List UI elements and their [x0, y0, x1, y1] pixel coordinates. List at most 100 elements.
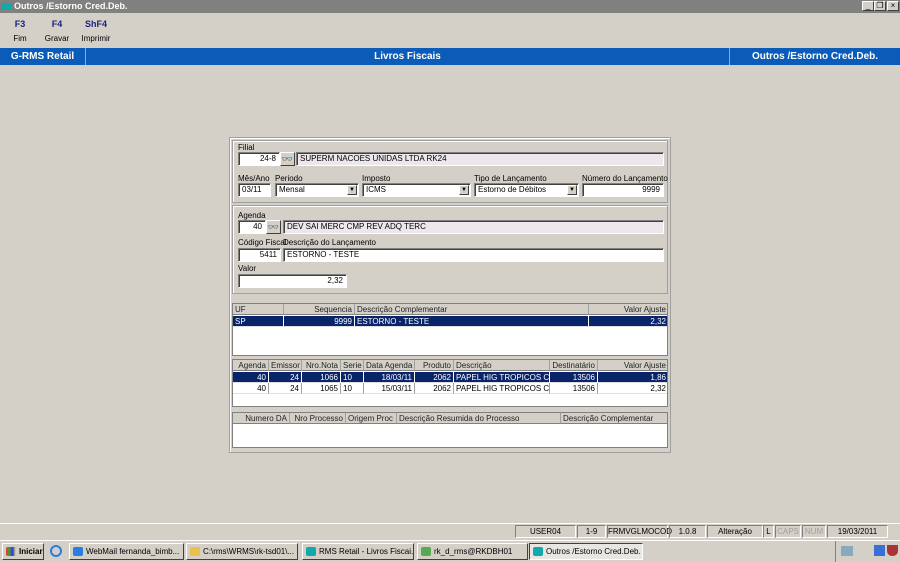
grid-header: UF Sequencia Descrição Complementar Valor A…	[233, 304, 667, 315]
app-icon	[306, 547, 316, 556]
system-tray	[835, 541, 900, 562]
taskbar-item[interactable]: Outros /Estorno Cred.Deb.	[529, 543, 643, 560]
app-icon	[533, 547, 543, 556]
agenda-name-field: DEV SAI MERC CMP REV ADQ TERC	[283, 220, 664, 234]
notas-grid[interactable]: Agenda Emissor Nro.Nota Serie Data Agenda Pro…	[232, 359, 668, 407]
numero-label: Número do Lançamento	[582, 174, 668, 183]
button-label: Fim	[13, 34, 27, 43]
table-cell: 1,86	[598, 372, 667, 383]
table-cell: 1065	[302, 383, 341, 394]
column-header[interactable]: Valor Ajuste	[589, 304, 667, 315]
codigo-fiscal-input[interactable]: 5411	[238, 248, 281, 262]
table-cell: 1066	[302, 372, 341, 383]
chevron-down-icon[interactable]: ▼	[459, 185, 469, 195]
taskbar-item[interactable]: RMS Retail - Livros Fiscai...	[302, 543, 414, 560]
column-header[interactable]: Sequencia	[284, 304, 355, 315]
column-header[interactable]: Agenda	[233, 360, 269, 371]
agenda-label: Agenda	[238, 211, 266, 220]
filial-name-field: SUPERM NACOES UNIDAS LTDA RK24	[296, 152, 664, 166]
status-mode: Alteração	[707, 525, 763, 538]
periodo-value: Mensal	[279, 185, 305, 194]
mes-ano-label: Mês/Ano	[238, 174, 270, 183]
button-label: Imprimir	[81, 34, 111, 43]
table-row[interactable]: 40 24 1065 10 15/03/11 2062 PAPEL HIG TROPICOS…	[233, 383, 667, 394]
chevron-down-icon[interactable]: ▼	[347, 185, 357, 195]
column-header[interactable]: Descrição Resumida do Processo	[397, 413, 561, 424]
app-icon	[73, 547, 83, 556]
chevron-down-icon[interactable]: ▼	[567, 185, 577, 195]
app-icon	[421, 547, 431, 556]
numero-input[interactable]: 9999	[582, 183, 664, 197]
filial-code-input[interactable]: 24-8	[238, 152, 280, 166]
taskbar-item-label: WebMail fernanda_bimb...	[86, 547, 180, 556]
column-header[interactable]: Origem Proc	[346, 413, 397, 424]
column-header[interactable]: Descrição Complementar	[561, 413, 667, 424]
mes-ano-input[interactable]: 03/11	[238, 183, 271, 197]
table-cell: 15/03/11	[364, 383, 415, 394]
imposto-select[interactable]: ICMS ▼	[362, 183, 471, 197]
taskbar-item[interactable]: C:\rms\WRMS\rk-tsd01\...	[186, 543, 298, 560]
valor-input[interactable]: 2,32	[238, 274, 347, 288]
taskbar-item-label: C:\rms\WRMS\rk-tsd01\...	[203, 547, 295, 556]
app-icon	[1, 3, 12, 10]
status-version: 1.0.8	[669, 525, 706, 538]
table-cell: 18/03/11	[364, 372, 415, 383]
shortcut-key: F3	[14, 19, 26, 29]
agenda-code-input[interactable]: 40	[238, 220, 266, 234]
taskbar-item-label: Outros /Estorno Cred.Deb.	[546, 547, 641, 556]
status-lock: L	[763, 525, 774, 538]
column-header[interactable]: Destinatário	[550, 360, 598, 371]
table-cell: 9999	[284, 316, 355, 327]
binoculars-search-icon[interactable]: 👓	[266, 220, 281, 234]
table-cell: 13506	[550, 372, 598, 383]
table-cell: 24	[269, 372, 302, 383]
column-header[interactable]: Serie	[341, 360, 364, 371]
column-header[interactable]: Nro.Nota	[302, 360, 341, 371]
column-header[interactable]: Emissor	[269, 360, 302, 371]
table-cell: ESTORNO - TESTE	[355, 316, 589, 327]
grid-header: Agenda Emissor Nro.Nota Serie Data Agenda Pro…	[233, 360, 667, 371]
title-bar: Outros /Estorno Cred.Deb.	[0, 0, 900, 13]
column-header[interactable]: Nro Processo	[290, 413, 346, 424]
column-header[interactable]: Produto	[415, 360, 454, 371]
periodo-label: Periodo	[275, 174, 303, 183]
network-icon[interactable]	[874, 545, 885, 556]
tipo-select[interactable]: Estorno de Débitos ▼	[474, 183, 579, 197]
column-header[interactable]: UF	[233, 304, 284, 315]
status-date: 19/03/2011	[827, 525, 888, 538]
table-cell: SP	[233, 316, 284, 327]
ie-quicklaunch-icon[interactable]	[50, 545, 62, 557]
binoculars-search-icon[interactable]: 👓	[280, 152, 295, 166]
status-caps: CAPS	[775, 525, 801, 538]
column-header[interactable]: Valor Ajuste	[598, 360, 667, 371]
module-name: Livros Fiscais	[86, 48, 730, 65]
column-header[interactable]: Numero DA	[233, 413, 290, 424]
screen-name: Outros /Estorno Cred.Deb.	[751, 51, 879, 62]
minimize-button[interactable]: _	[862, 1, 874, 11]
codigo-fiscal-label: Código Fiscal	[238, 238, 287, 247]
taskbar-item[interactable]: rk_d_rms@RKDBH01	[417, 543, 528, 560]
status-divider	[0, 523, 900, 524]
taskbar-item[interactable]: WebMail fernanda_bimb...	[69, 543, 184, 560]
restore-button[interactable]: ❐	[874, 1, 886, 11]
valor-label: Valor	[238, 264, 257, 273]
table-row[interactable]: 40 24 1066 10 18/03/11 2062 PAPEL HIG TROPICOS…	[233, 372, 667, 383]
periodo-select[interactable]: Mensal ▼	[275, 183, 359, 197]
column-header[interactable]: Descrição Complementar	[355, 304, 589, 315]
taskbar-item-label: rk_d_rms@RKDBH01	[434, 547, 513, 556]
start-label: Iniciar	[19, 547, 43, 556]
shortcut-key: F4	[51, 19, 63, 29]
close-button[interactable]: ×	[887, 1, 899, 11]
status-form-id: FRMVGLMOCOD	[607, 525, 672, 538]
descricao-input[interactable]: ESTORNO - TESTE	[283, 248, 664, 262]
column-header[interactable]: Descrição	[454, 360, 550, 371]
column-header[interactable]: Data Agenda	[364, 360, 415, 371]
shield-icon[interactable]	[887, 545, 898, 556]
status-user: USER04	[515, 525, 576, 538]
start-button[interactable]: Iniciar	[2, 543, 44, 560]
uf-grid[interactable]: UF Sequencia Descrição Complementar Valor A…	[232, 303, 668, 356]
printer-icon[interactable]	[841, 546, 853, 556]
processos-grid[interactable]: Numero DA Nro Processo Origem Proc Descriçã…	[232, 412, 668, 448]
table-row[interactable]: SP 9999 ESTORNO - TESTE 2,32	[233, 316, 667, 327]
window-title: Outros /Estorno Cred.Deb.	[14, 1, 128, 11]
